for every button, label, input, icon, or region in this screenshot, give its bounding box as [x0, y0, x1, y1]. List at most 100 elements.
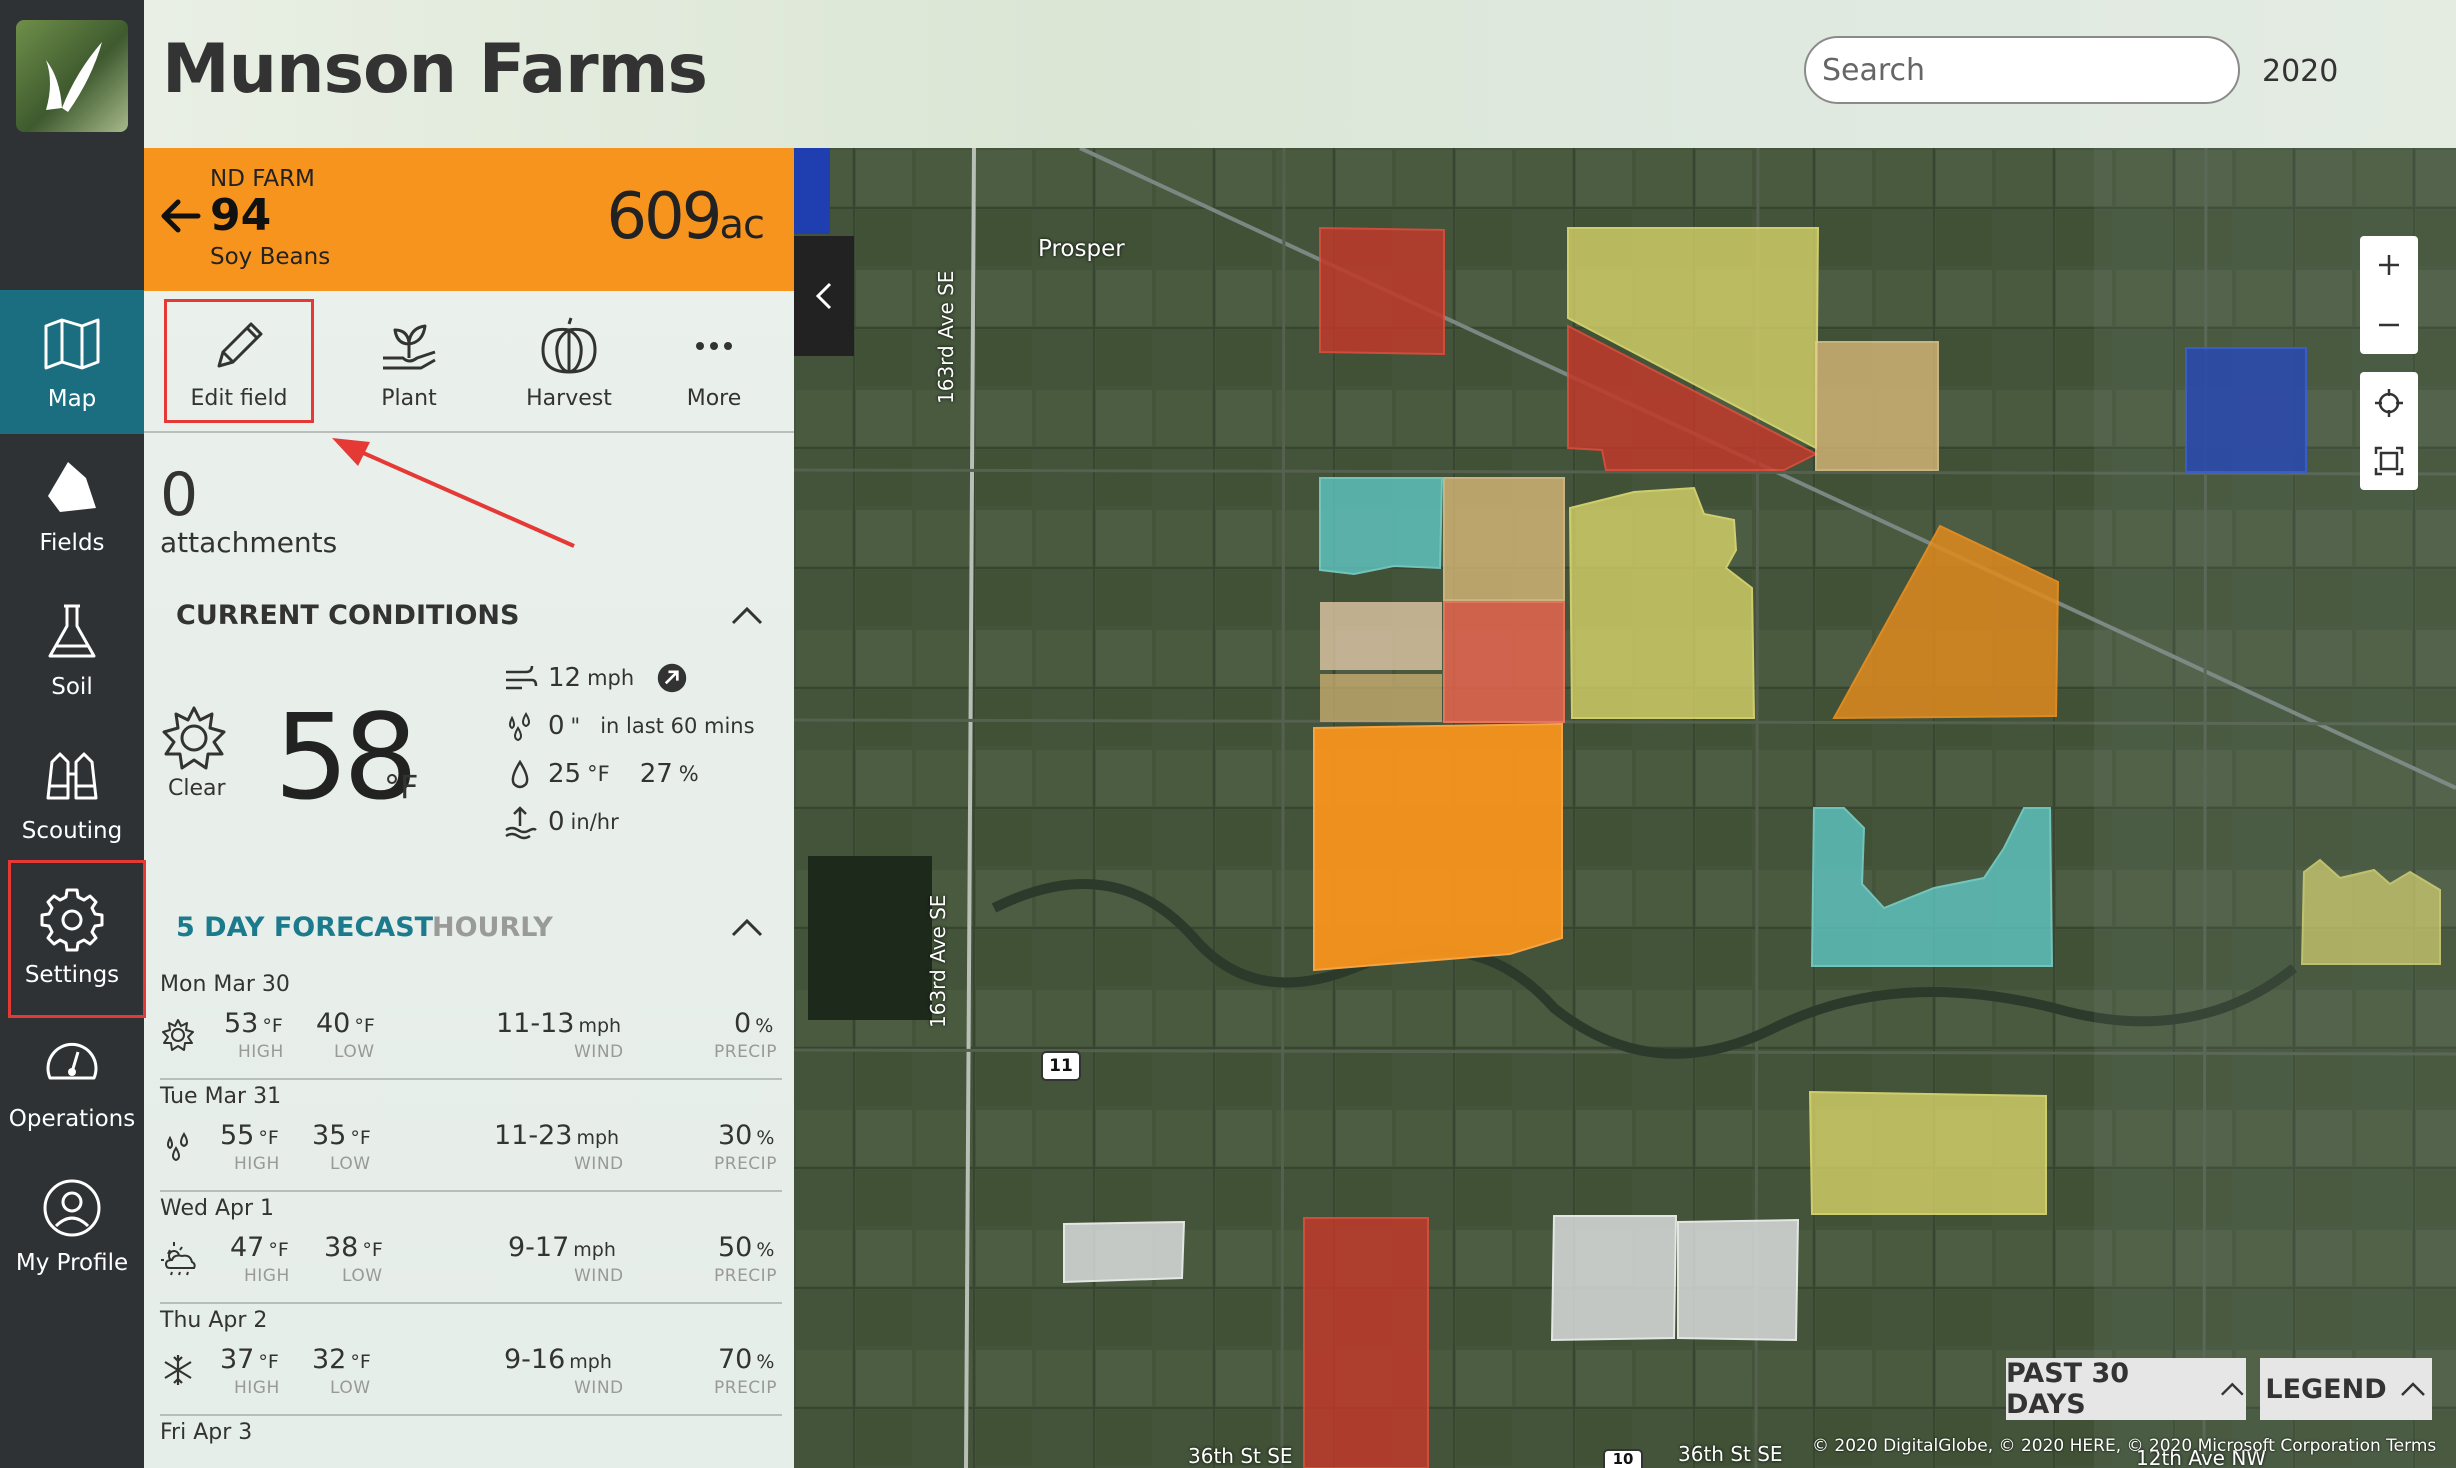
tab-hourly[interactable]: HOURLY — [432, 912, 553, 943]
app-window: Map Fields Soil Scouting Settings Operat… — [0, 0, 2456, 1468]
dew-point-row: 25 °F 27% — [502, 756, 699, 792]
wind-unit: mph — [587, 666, 635, 690]
crosshair-icon — [2375, 389, 2403, 417]
rain-note: in last 60 mins — [600, 714, 755, 738]
dew-unit: °F — [587, 762, 610, 786]
nav-item-fields[interactable]: Fields — [0, 434, 144, 578]
sky-condition: Clear — [168, 776, 226, 801]
crop-name: Soy Beans — [210, 244, 331, 270]
temperature-unit: °F — [384, 768, 419, 806]
forecast-date: Tue Mar 31 — [160, 1084, 282, 1109]
map-label-street: 36th St SE — [1678, 1442, 1783, 1466]
locate-me-button[interactable] — [2360, 374, 2418, 432]
map-attribution[interactable]: © 2020 DigitalGlobe, © 2020 HERE, © 2020… — [1812, 1436, 2436, 1456]
attachments-link[interactable]: attachments — [160, 526, 337, 559]
field-banner: ND FARM 94 Soy Beans 609ac — [144, 148, 794, 291]
nav-item-soil[interactable]: Soil — [0, 578, 144, 722]
chevron-up-icon — [2221, 1382, 2244, 1396]
field-map[interactable]: Prosper 163rd Ave SE 163rd Ave SE 11 10 … — [794, 148, 2456, 1468]
route-shield: 10 — [1612, 1450, 1634, 1468]
harvest-button[interactable]: Harvest — [494, 291, 644, 433]
wind-label: WIND — [574, 1042, 624, 1062]
wind-unit: mph — [573, 1239, 616, 1261]
high-temp: 55 — [220, 1120, 255, 1151]
past-30-days-label: PAST 30 DAYS — [2006, 1358, 2130, 1420]
low-label: LOW — [342, 1266, 383, 1286]
plant-button[interactable]: Plant — [334, 291, 484, 433]
nav-item-label: Operations — [8, 1106, 136, 1132]
precip-unit: % — [756, 1351, 775, 1373]
precip-label: PRECIP — [714, 1154, 777, 1174]
past-30-days-button[interactable]: PAST 30 DAYS — [2006, 1358, 2246, 1420]
nav-item-my-profile[interactable]: My Profile — [0, 1154, 144, 1298]
precip-label: PRECIP — [714, 1378, 777, 1398]
wind-label: WIND — [574, 1266, 624, 1286]
pumpkin-icon — [541, 317, 597, 373]
nav-item-operations[interactable]: Operations — [0, 1010, 144, 1154]
low-label: LOW — [330, 1154, 371, 1174]
farm-name: ND FARM — [210, 166, 315, 192]
map-label-town: Prosper — [1038, 236, 1125, 262]
temp-unit: °F — [268, 1239, 289, 1261]
app-header: Munson Farms 2020 — [144, 0, 2456, 148]
nav-item-scouting[interactable]: Scouting — [0, 722, 144, 866]
acres-unit: ac — [719, 202, 765, 248]
temp-unit: °F — [354, 1015, 375, 1037]
precip-value: 30 — [718, 1120, 753, 1151]
divider — [160, 1078, 782, 1080]
back-arrow-icon[interactable] — [158, 194, 202, 238]
year-selector[interactable]: 2020 — [2262, 54, 2338, 89]
ellipsis-icon — [696, 341, 732, 350]
temp-unit: °F — [350, 1127, 371, 1149]
fields-icon — [48, 462, 96, 512]
wind-range: 9-16 — [504, 1344, 566, 1375]
sun-icon — [162, 706, 226, 770]
collapse-forecast-caret-icon[interactable] — [730, 918, 764, 938]
nav-item-map[interactable]: Map — [0, 290, 144, 434]
current-conditions-title: CURRENT CONDITIONS — [176, 600, 520, 631]
temp-unit: °F — [362, 1239, 383, 1261]
collapse-panel-button[interactable] — [794, 236, 854, 356]
chevron-left-icon — [815, 282, 832, 310]
minus-icon — [2379, 323, 2399, 327]
zoom-out-button[interactable] — [2360, 296, 2418, 354]
search-input[interactable] — [1804, 36, 2240, 104]
precip-value: 0 — [734, 1008, 752, 1039]
zoom-in-button[interactable] — [2360, 236, 2418, 294]
wind-range: 9-17 — [508, 1232, 570, 1263]
tab-5-day-forecast[interactable]: 5 DAY FORECAST — [176, 912, 433, 943]
wind-unit: mph — [576, 1127, 620, 1149]
precip-value: 50 — [718, 1232, 753, 1263]
more-button[interactable]: More — [644, 291, 784, 433]
rain-value: 0 — [548, 711, 565, 741]
forecast-day: Fri Apr 3 — [144, 1420, 794, 1468]
fit-bounds-button[interactable] — [2360, 432, 2418, 490]
forecast-day: Mon Mar 30 53 °F HIGH 40 °F LOW 11-13 mph W… — [144, 972, 794, 1084]
wind-direction-icon — [657, 663, 687, 693]
dew-drop-icon — [511, 759, 529, 789]
user-icon — [43, 1179, 101, 1237]
flask-icon — [48, 604, 96, 658]
precip-unit: % — [755, 1015, 774, 1037]
high-temp: 53 — [224, 1008, 259, 1039]
settings-highlight-box — [8, 860, 146, 1018]
field-name: 94 — [210, 190, 272, 241]
temp-unit: °F — [258, 1127, 279, 1149]
high-temp: 37 — [220, 1344, 255, 1375]
route-shield: 11 — [1049, 1056, 1073, 1076]
low-label: LOW — [334, 1042, 375, 1062]
wind-range: 11-13 — [496, 1008, 575, 1039]
map-tools — [2360, 372, 2418, 490]
page-title: Munson Farms — [162, 30, 708, 109]
legend-button[interactable]: LEGEND — [2260, 1358, 2432, 1420]
partly-cloudy-icon — [161, 1242, 196, 1276]
rain-drops-icon — [509, 712, 530, 742]
humidity-unit: % — [678, 762, 699, 786]
collapse-conditions-caret-icon[interactable] — [730, 606, 764, 626]
app-logo[interactable] — [16, 20, 128, 132]
acres-value: 609 — [606, 180, 722, 254]
field-action-bar: Edit field Plant Harvest More — [144, 291, 794, 433]
chevron-up-icon — [2400, 1382, 2425, 1396]
divider — [160, 1414, 782, 1416]
low-temp: 35 — [312, 1120, 347, 1151]
